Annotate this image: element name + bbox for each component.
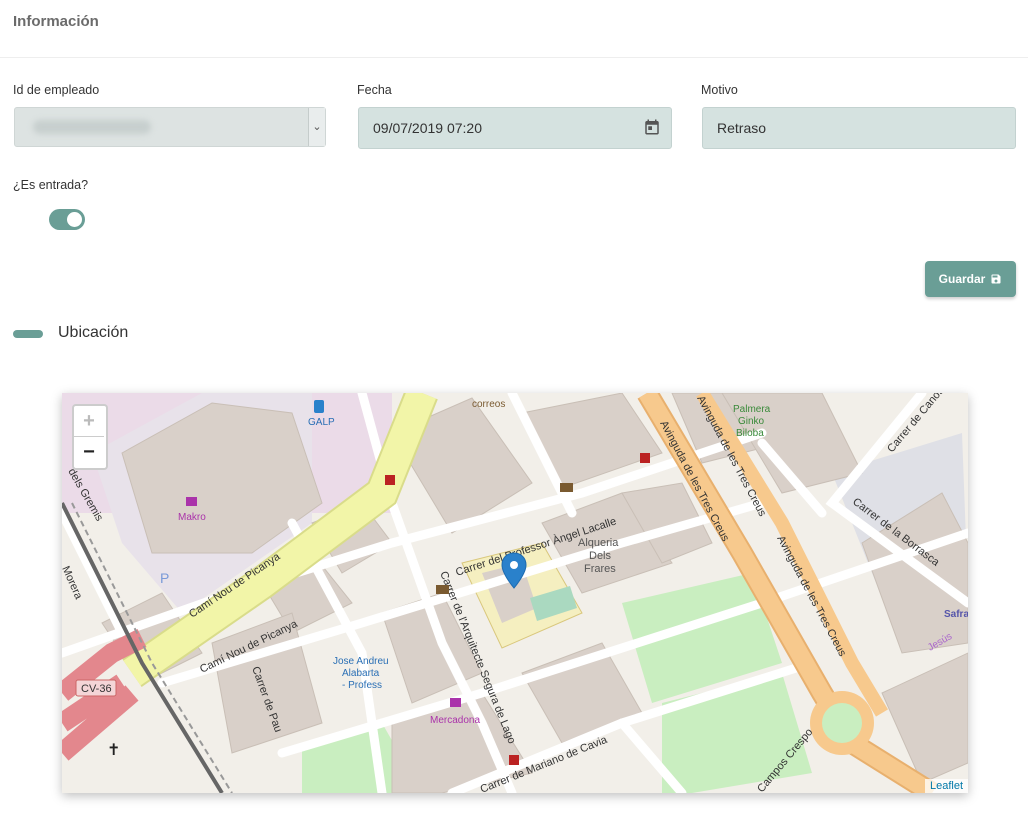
poi-label: - Profess <box>342 680 382 691</box>
bank-icon <box>560 483 573 492</box>
floppy-disk-icon <box>991 274 1001 284</box>
section-title: Información <box>13 13 99 30</box>
poi-label: Dels <box>589 550 612 562</box>
church-icon: ✝ <box>107 742 120 759</box>
fuel-icon <box>314 400 324 413</box>
date-value: 09/07/2019 07:20 <box>373 120 482 136</box>
poi-label: Alabarta <box>342 668 380 679</box>
cv36-shield: CV-36 <box>81 683 112 695</box>
pharmacy-icon <box>640 453 650 463</box>
zoom-out-button[interactable]: − <box>74 437 104 467</box>
is-entry-toggle[interactable] <box>49 209 85 230</box>
pharmacy-icon <box>385 475 395 485</box>
map-attribution[interactable]: Leaflet <box>924 779 968 793</box>
pharmacy-icon <box>509 755 519 765</box>
calendar-icon[interactable] <box>643 118 661 136</box>
section-divider <box>0 57 1028 58</box>
date-input[interactable]: 09/07/2019 07:20 <box>358 107 672 149</box>
cart-icon <box>186 497 197 506</box>
map[interactable]: Camí Nou de Picanya Camí Nou de Picanya … <box>62 393 968 793</box>
poi-label: Palmera <box>733 404 771 415</box>
poi-label: Biloba <box>736 428 764 439</box>
reason-input[interactable]: Retraso <box>702 107 1016 149</box>
reason-label: Motivo <box>701 83 738 97</box>
bank-icon <box>436 585 449 594</box>
parking-icon: P <box>160 570 169 586</box>
poi-label: correos <box>472 399 505 410</box>
poi-label: Mercadona <box>430 715 480 726</box>
zoom-in-button[interactable]: + <box>74 406 104 437</box>
poi-label: Safra <box>944 609 968 620</box>
location-title: Ubicación <box>58 324 129 341</box>
poi-label: GALP <box>308 417 335 428</box>
location-pill <box>13 330 43 338</box>
is-entry-label: ¿Es entrada? <box>13 178 89 192</box>
toggle-knob <box>67 212 82 227</box>
poi-label: Ginko <box>738 416 765 427</box>
poi-label: Frares <box>584 563 616 575</box>
poi-label: Alqueria <box>578 537 619 549</box>
employee-value-blurred <box>33 120 151 134</box>
reason-value: Retraso <box>717 120 767 136</box>
street-label: Morera <box>62 564 85 602</box>
chevron-down-icon[interactable]: ⌄ <box>308 108 325 146</box>
zoom-control: + − <box>72 404 108 470</box>
employee-label: Id de empleado <box>13 83 100 97</box>
employee-select[interactable]: ⌄ <box>14 107 326 147</box>
roundabout-center <box>822 703 862 743</box>
cart-icon <box>450 698 461 707</box>
save-button[interactable]: Guardar <box>925 261 1016 297</box>
date-label: Fecha <box>357 83 392 97</box>
save-button-label: Guardar <box>938 272 986 286</box>
poi-label: Makro <box>178 512 206 523</box>
map-tiles[interactable]: Camí Nou de Picanya Camí Nou de Picanya … <box>62 393 968 793</box>
poi-label: Jose Andreu <box>333 656 389 667</box>
